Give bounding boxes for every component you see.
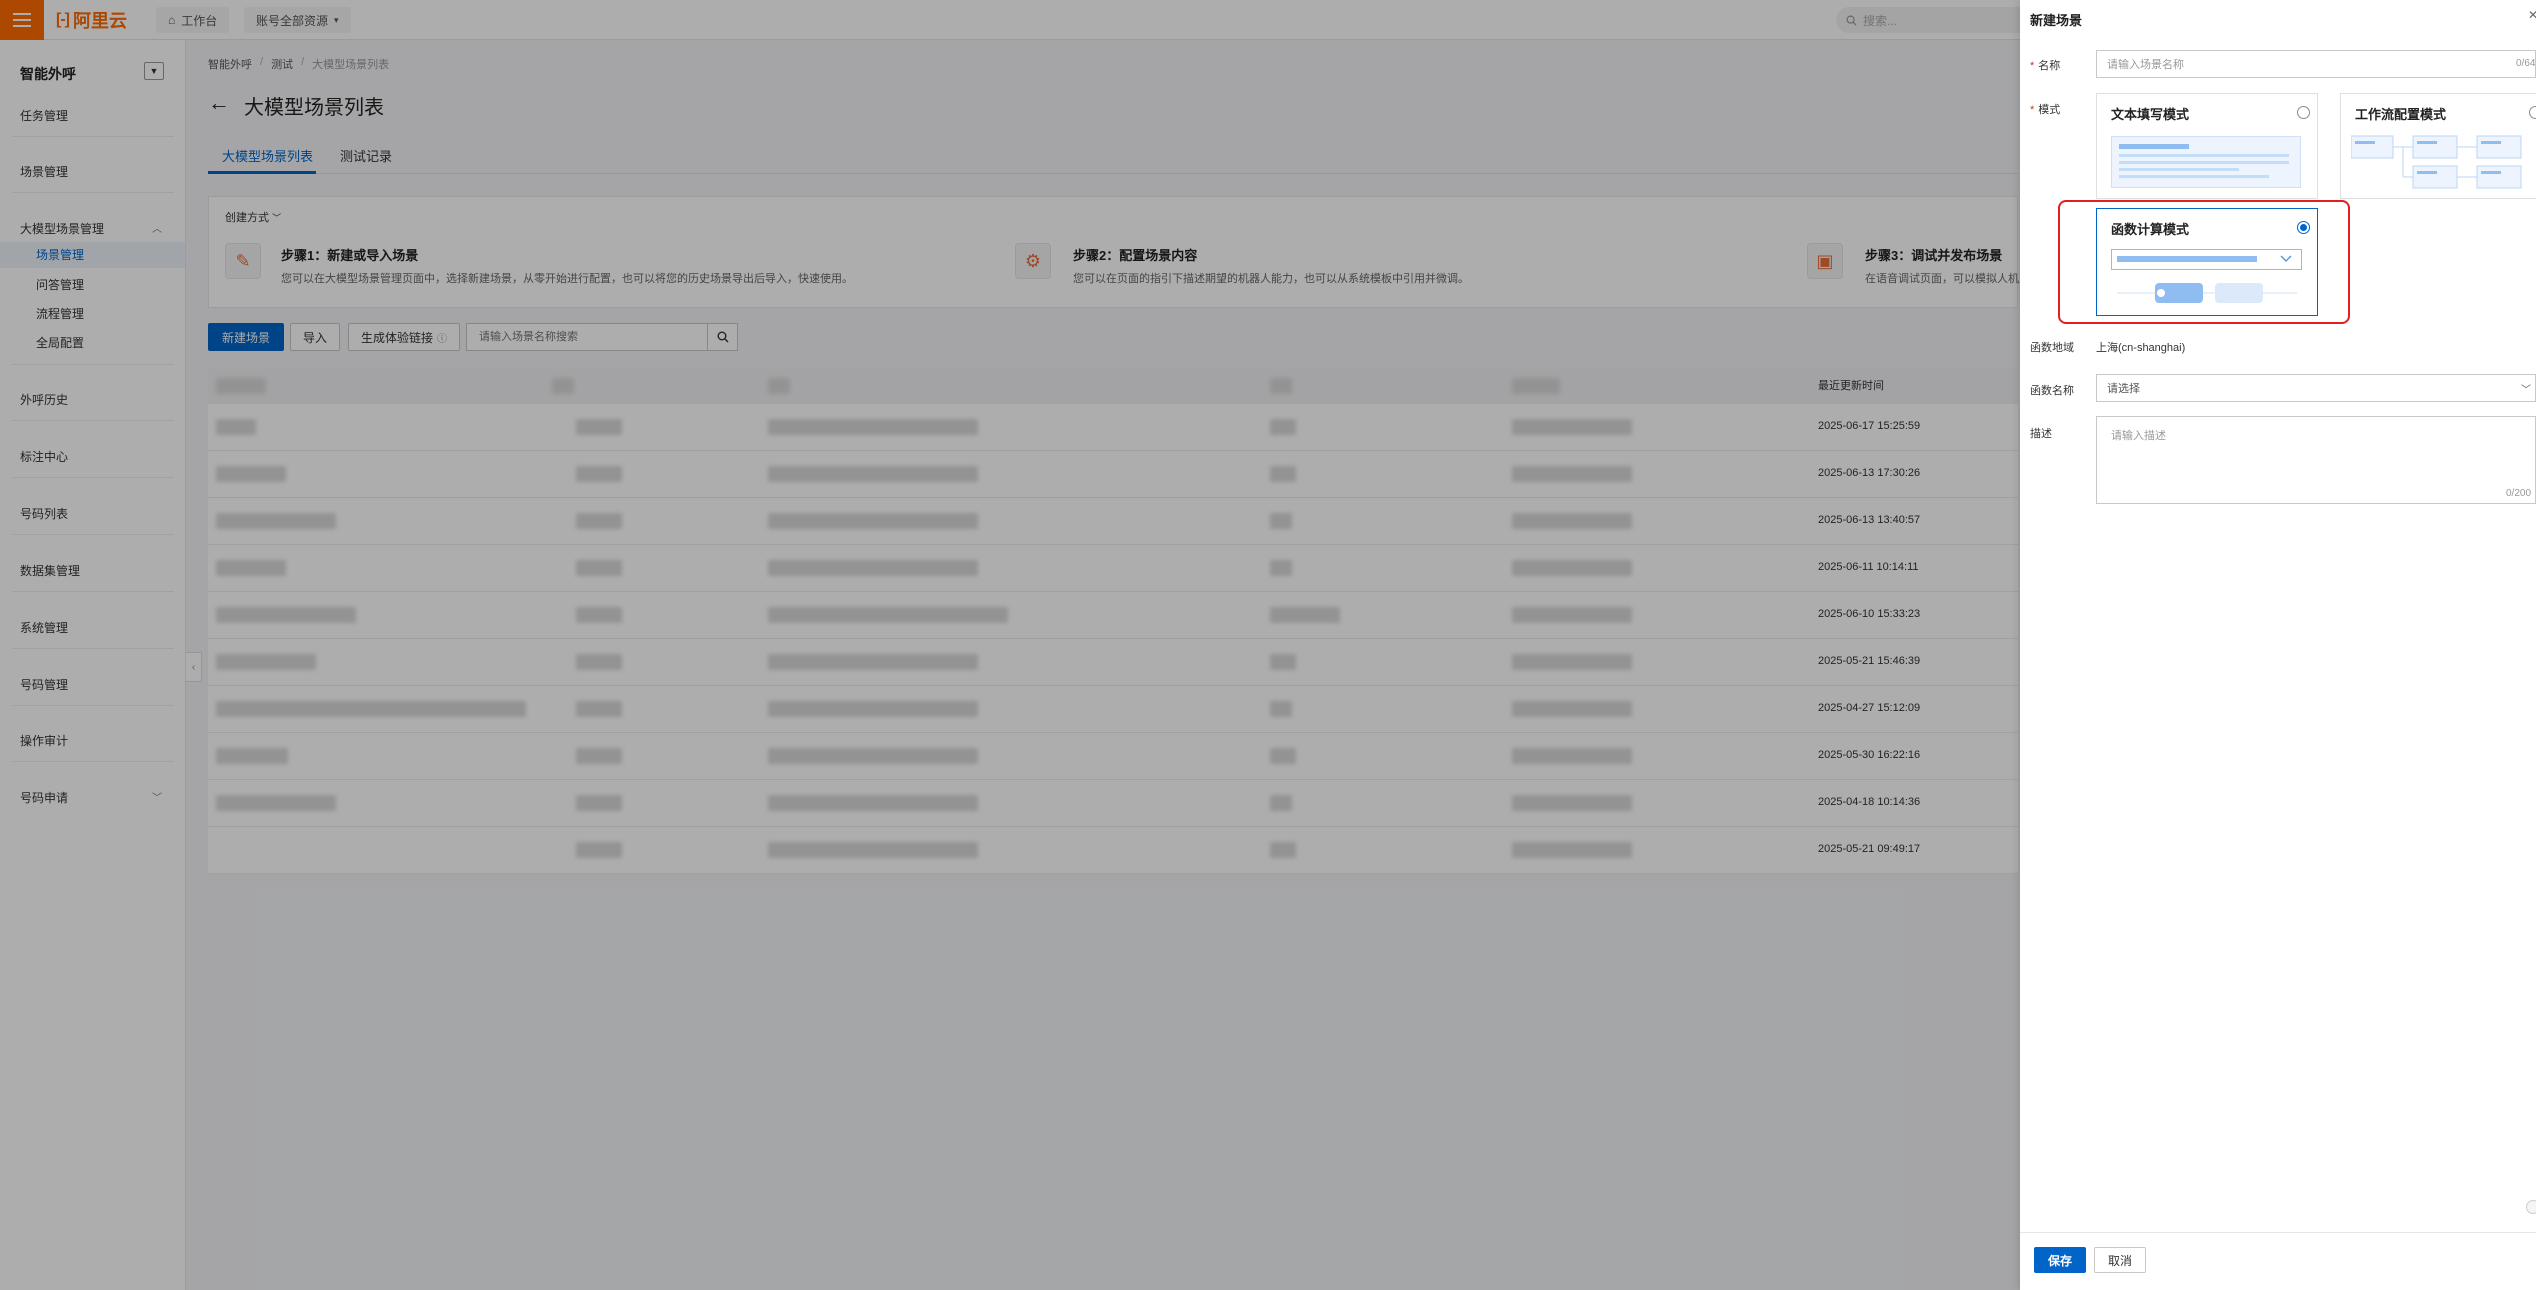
text-mode-illustration — [2111, 136, 2301, 188]
mode-card-text-title: 文本填写模式 — [2111, 107, 2190, 122]
assistant-float-icon[interactable] — [2526, 1200, 2536, 1214]
region-label: 函数地域 — [2030, 342, 2074, 354]
modal-mask[interactable] — [0, 0, 2020, 1290]
mode-text-radio[interactable] — [2297, 106, 2310, 119]
region-value: 上海(cn-shanghai) — [2096, 342, 2186, 354]
workflow-mode-illustration — [2351, 135, 2522, 189]
mode-label: * 模式 — [2030, 101, 2060, 117]
close-icon[interactable]: ✕ — [2528, 8, 2536, 22]
description-textarea[interactable]: 请输入描述 — [2096, 416, 2536, 504]
name-char-counter: 0/64 — [2516, 58, 2536, 69]
name-label-text: 名称 — [2038, 60, 2061, 72]
required-mark: * — [2030, 60, 2035, 72]
drawer-footer-divider — [2020, 1232, 2536, 1233]
drawer-title: 新建场景 — [2030, 13, 2083, 28]
required-mark: * — [2030, 104, 2035, 116]
function-name-select[interactable]: 请选择 ﹀ — [2096, 374, 2536, 402]
mode-card-workflow[interactable]: 工作流配置模式 — [2340, 93, 2536, 199]
mode-card-workflow-title: 工作流配置模式 — [2355, 107, 2447, 122]
save-button[interactable]: 保存 — [2034, 1247, 2086, 1273]
scene-name-input[interactable]: 请输入场景名称 — [2096, 50, 2536, 78]
description-label: 描述 — [2030, 428, 2052, 440]
cancel-button[interactable]: 取消 — [2094, 1247, 2146, 1273]
mode-label-text: 模式 — [2038, 104, 2061, 116]
mode-workflow-radio[interactable] — [2529, 106, 2536, 119]
function-name-label: 函数名称 — [2030, 385, 2074, 397]
chevron-down-icon: ﹀ — [2521, 385, 2531, 396]
name-label: * 名称 — [2030, 57, 2060, 73]
highlight-box-function-mode — [2058, 200, 2350, 324]
mode-card-text[interactable]: 文本填写模式 — [2096, 93, 2318, 199]
function-name-placeholder: 请选择 — [2107, 383, 2140, 395]
new-scene-drawer: 新建场景 ✕ * 名称 请输入场景名称 0/64 * 模式 文本填写模式 工作流配置… — [2020, 0, 2536, 1290]
